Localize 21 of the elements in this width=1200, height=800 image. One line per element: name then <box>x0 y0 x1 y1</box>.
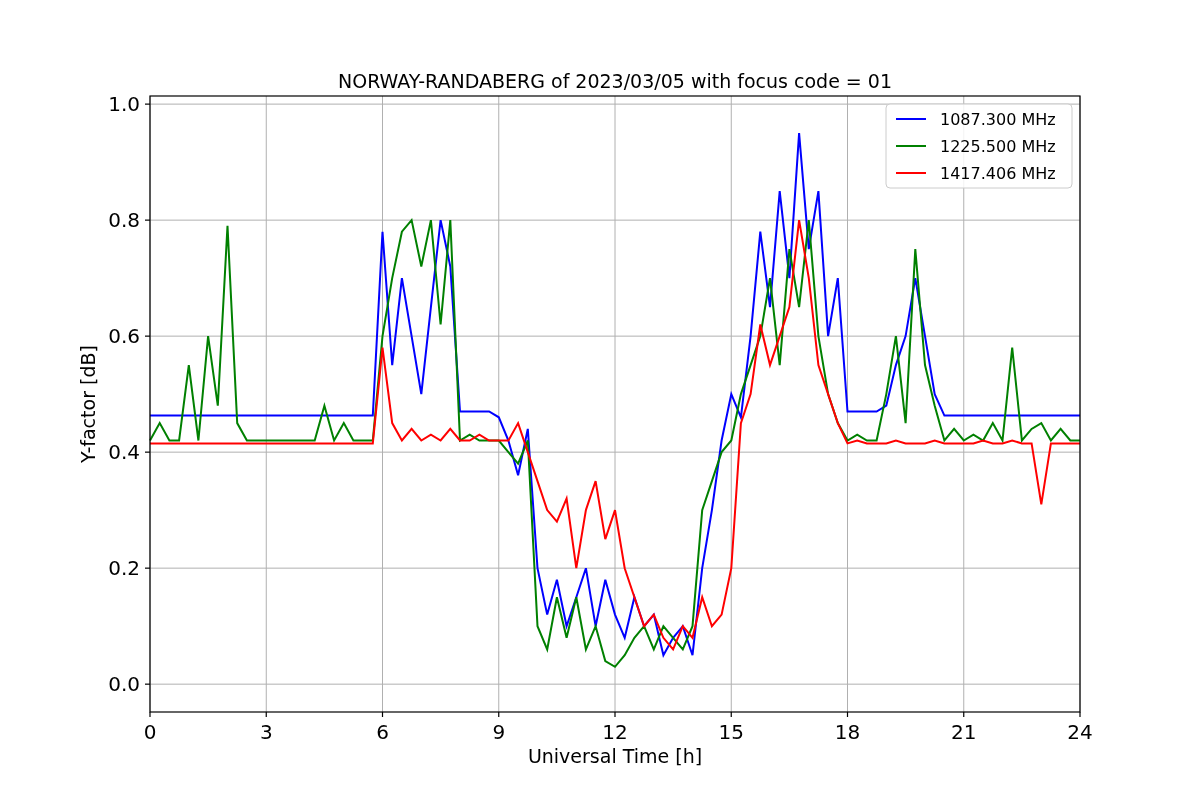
tick-label: 1.0 <box>108 92 140 117</box>
tick-label: 18 <box>834 720 861 744</box>
legend-label: 1087.300 MHz <box>940 110 1056 129</box>
tick-label: 0.6 <box>108 324 140 349</box>
tick-label: 3 <box>259 720 273 744</box>
tick-label: 21 <box>951 720 977 744</box>
tick-label: 0.2 <box>108 556 140 581</box>
tick-label: 0 <box>143 720 157 744</box>
axis-label: Universal Time [h] <box>527 745 703 767</box>
tick-label: 9 <box>492 720 506 744</box>
tick-label: 6 <box>376 720 389 744</box>
tick-label: 24 <box>1067 720 1093 744</box>
legend-label: 1417.406 MHz <box>940 164 1056 183</box>
tick-label: 12 <box>602 720 628 744</box>
axis-label: Y-factor [dB] <box>77 345 99 463</box>
tick-label: 0.0 <box>108 672 140 697</box>
tick-label: 0.8 <box>108 208 140 233</box>
tick-label: 15 <box>718 720 744 744</box>
chart-title: NORWAY-RANDABERG of 2023/03/05 with focus code = 01 <box>338 70 892 92</box>
tick-label: 0.4 <box>108 440 140 465</box>
legend-label: 1225.500 MHz <box>940 137 1056 156</box>
